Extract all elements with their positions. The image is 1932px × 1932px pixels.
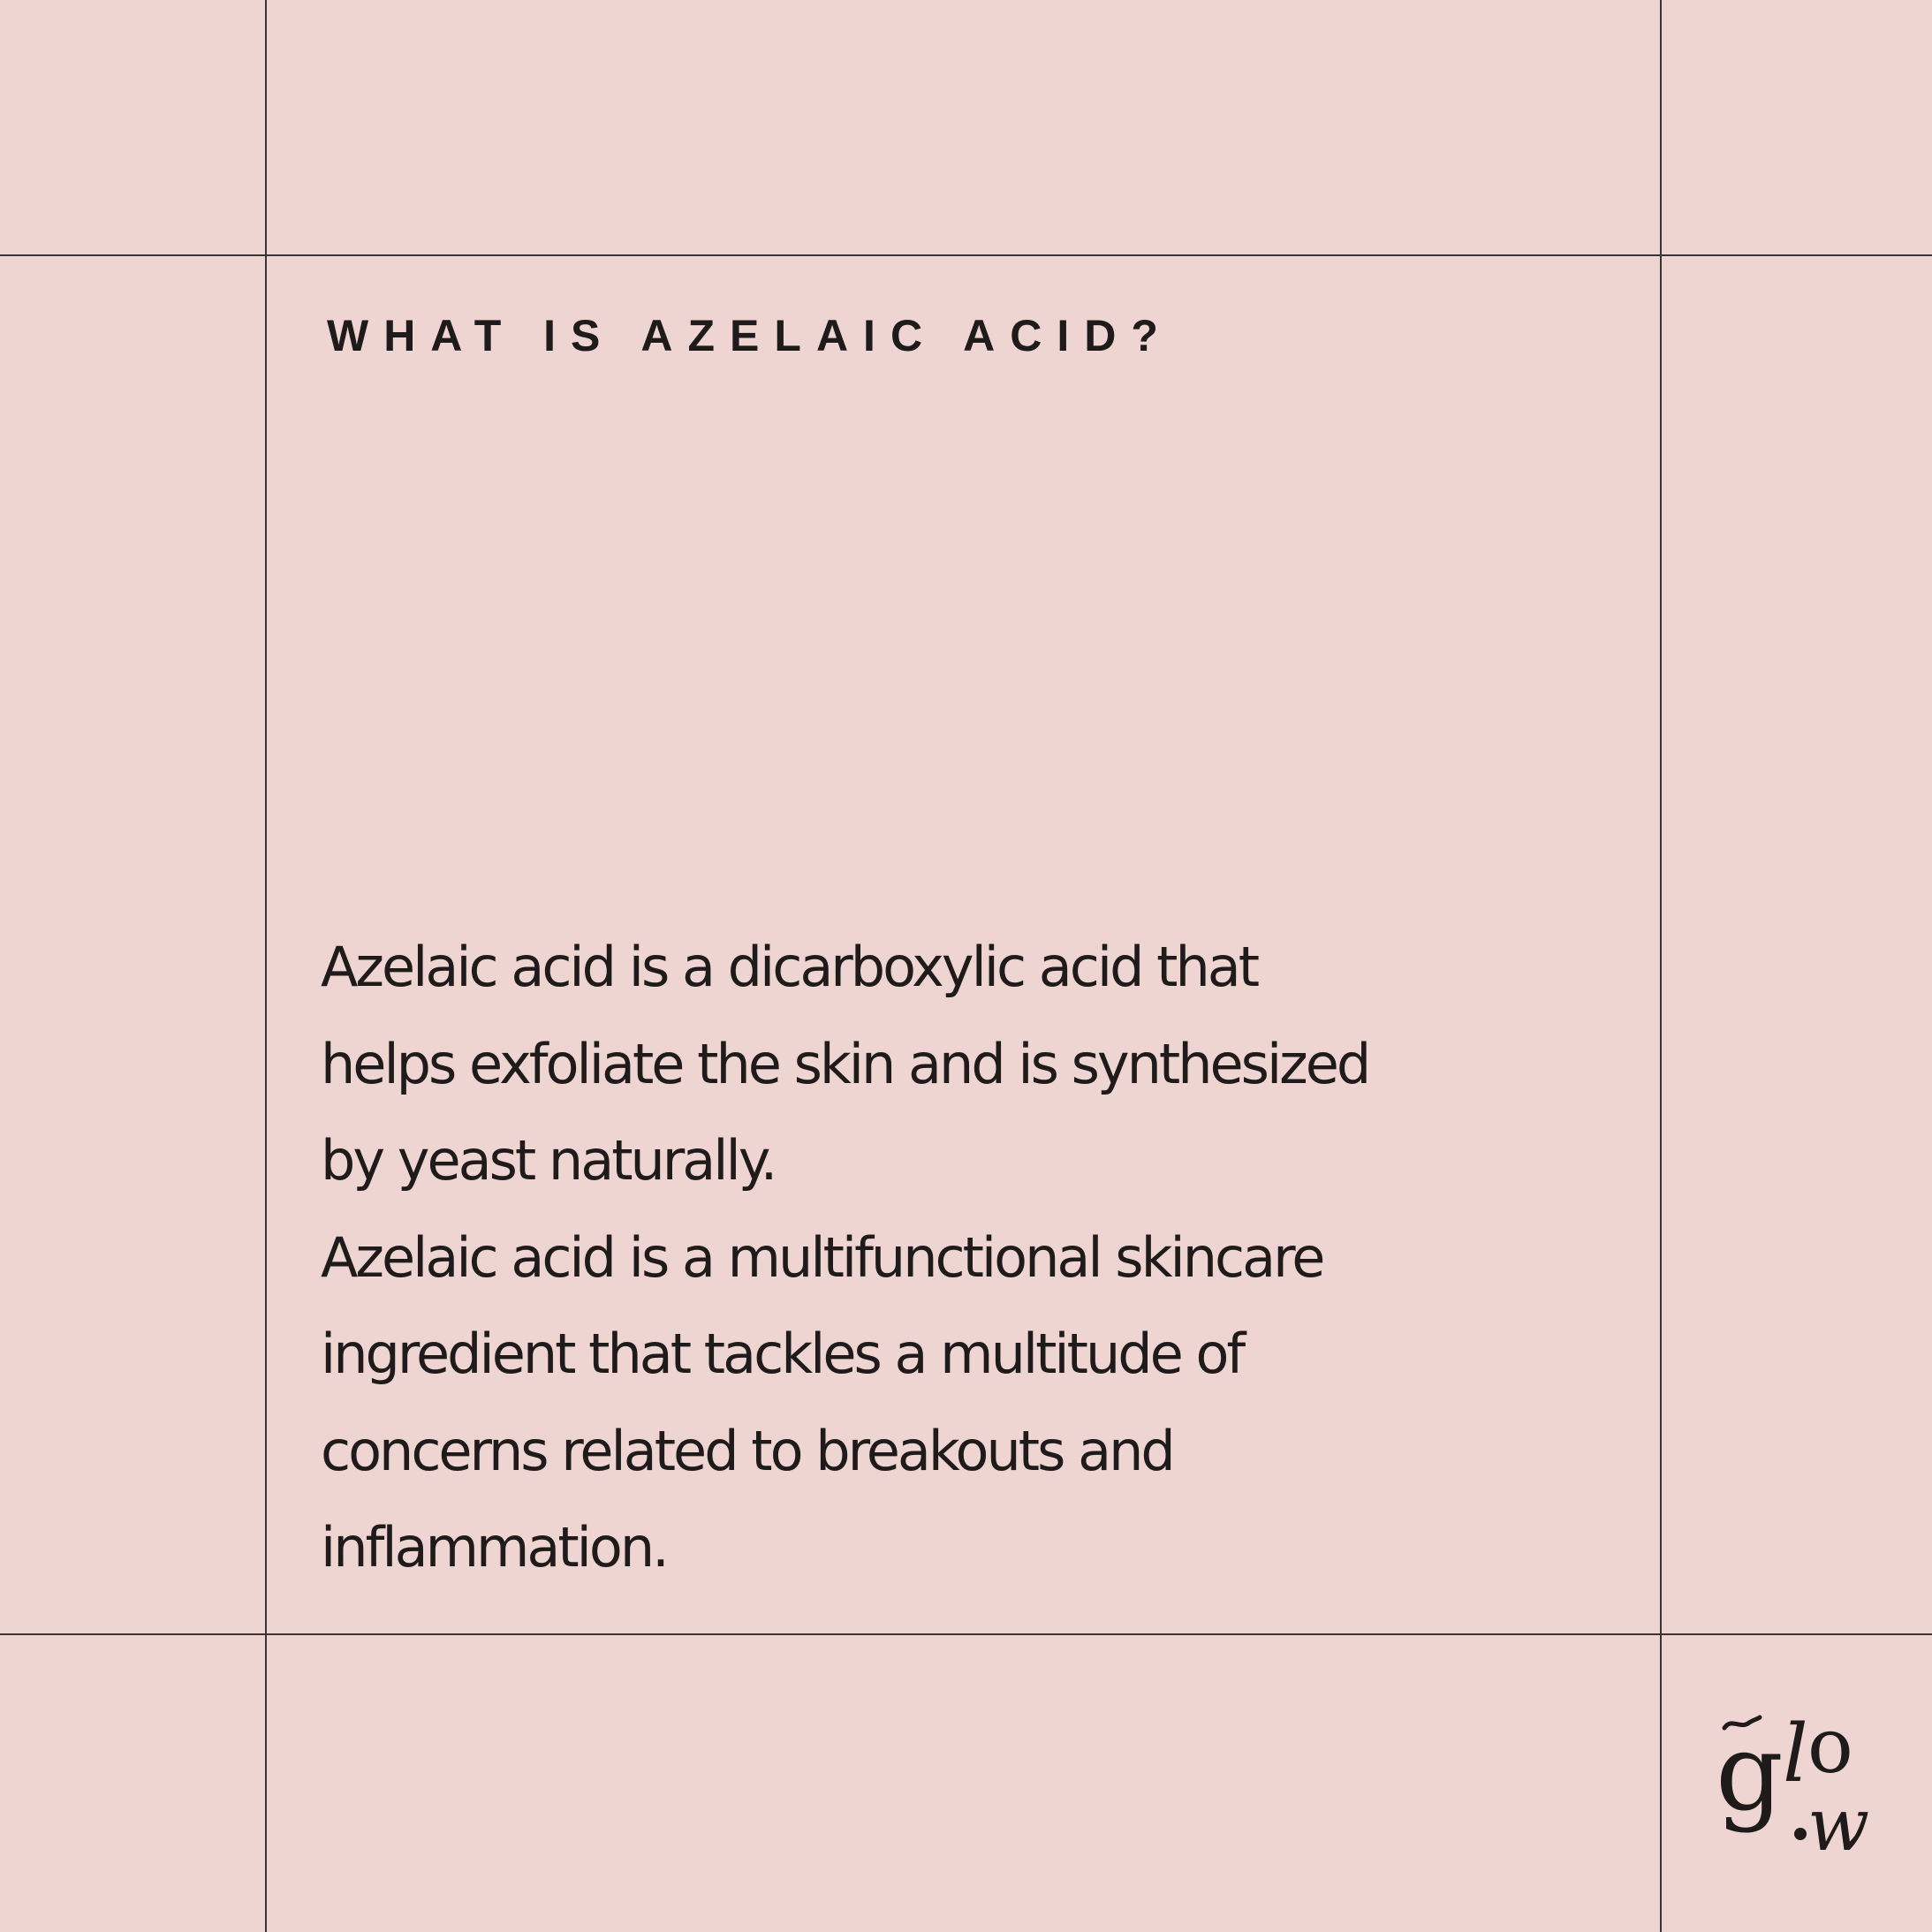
body-line: by yeast naturally. xyxy=(321,1128,777,1193)
grid-line-horizontal-top xyxy=(0,254,1932,256)
grid-line-vertical-left xyxy=(265,0,267,1932)
page-title: WHAT IS AZELAIC ACID? xyxy=(327,311,1173,360)
body-paragraph: Azelaic acid is a dicarboxylic acid that… xyxy=(321,919,1557,1596)
body-line: Azelaic acid is a dicarboxylic acid that xyxy=(321,935,1260,999)
svg-text:g: g xyxy=(1716,1712,1784,1835)
body-line: Azelaic acid is a multifunctional skinca… xyxy=(321,1224,1325,1290)
svg-text:l: l xyxy=(1783,1708,1808,1800)
body-line: concerns related to breakouts and xyxy=(321,1418,1176,1483)
glow-logo: g l o w xyxy=(1708,1702,1885,1868)
glow-logo-icon: g l o w xyxy=(1716,1702,1869,1868)
body-line: helps exfoliate the skin and is synthesi… xyxy=(321,1031,1371,1096)
body-line: ingredient that tackles a multitude of xyxy=(321,1322,1246,1386)
svg-text:o: o xyxy=(1807,1703,1853,1791)
grid-line-vertical-right xyxy=(1660,0,1662,1932)
grid-line-horizontal-bottom xyxy=(0,1633,1932,1635)
body-line: inflammation. xyxy=(321,1515,670,1580)
svg-text:w: w xyxy=(1807,1784,1869,1862)
